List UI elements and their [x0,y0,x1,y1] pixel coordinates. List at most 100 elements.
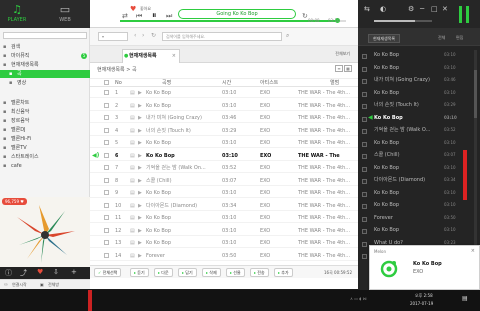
row-checkbox[interactable] [104,88,109,99]
play-row-icon[interactable]: ▶ [138,213,142,223]
sidebar-item[interactable]: ▪ cafe [0,162,90,170]
playlist-row[interactable]: 너의 손짓 (Touch It) 03:29 [358,100,480,110]
row-album[interactable]: THE WAR - The 4th... [298,201,356,211]
row-title[interactable]: Ko Ko Bop [146,138,218,148]
row-checkbox[interactable] [104,151,109,162]
connect-start-link[interactable]: 연결시작 [12,280,27,289]
sidebar-item[interactable]: ▪ 검색 [0,43,90,51]
playlist-row[interactable]: Ko Ko Bop 03:10 [358,200,480,210]
lyrics-icon[interactable]: ▤ [130,101,135,111]
sidebar-search-box[interactable] [3,32,87,39]
action-center-icon[interactable]: ▤ [462,296,468,302]
sidebar-item[interactable]: ▪ 멜론Hi-Fi [0,135,90,143]
notif-close-icon[interactable]: × [471,248,475,254]
settings-icon[interactable]: ⚙ [408,5,414,13]
action-button[interactable]: ▸ 담기 [178,268,197,277]
table-row[interactable]: 9 ▤ ▶ Ko Ko Bop 03:10 EXO THE WAR - The 4th... [90,188,358,198]
view-all-link[interactable]: 전체보기 [335,51,350,57]
room-link[interactable]: 전체방 [48,280,59,289]
playlist-row[interactable]: Ko Ko Bop 03:10 [358,88,480,98]
playlist-row[interactable]: Forever 03:50 [358,213,480,223]
lyrics-icon[interactable]: ▤ [130,151,135,161]
playlist-row[interactable]: 다이아몬드 (Diamond) 03:34 [358,175,480,185]
row-artist[interactable]: EXO [260,251,270,261]
table-row[interactable]: 5 ▤ ▶ Ko Ko Bop 03:10 EXO THE WAR - The 4th... [90,138,358,148]
row-album[interactable]: THE WAR - The 4th... [298,88,356,98]
refresh-icon[interactable]: ↻ [151,32,156,39]
playlist-row-checkbox[interactable] [362,154,367,159]
row-album[interactable]: THE WAR - The 4th... [298,101,356,111]
row-artist[interactable]: EXO [260,238,270,248]
heart-icon[interactable]: ♥ [37,268,43,276]
row-artist[interactable]: EXO [260,201,270,211]
search-icon[interactable]: ⌕ [286,32,289,40]
forward-icon[interactable]: › [142,32,144,39]
col-artist[interactable]: 아티스트 [260,79,278,87]
row-title[interactable]: Ko Ko Bop [146,188,218,198]
action-button[interactable]: ✓ 전체선택 [94,268,122,277]
playlist-row-checkbox[interactable] [362,116,367,122]
row-checkbox[interactable] [104,213,109,224]
play-row-icon[interactable]: ▶ [138,101,142,111]
select-all-link[interactable]: 전체 [438,35,445,41]
col-time[interactable]: 시간 [222,79,231,87]
play-row-icon[interactable]: ▶ [138,126,142,136]
row-title[interactable]: 다이아몬드 (Diamond) [146,201,218,211]
row-album[interactable]: THE WAR - The 4th... [298,126,356,136]
row-title[interactable]: 내가 미쳐 (Going Crazy) [146,113,218,123]
row-title[interactable]: Ko Ko Bop [146,88,218,98]
row-title[interactable]: 기억을 걷는 밤 (Walk On... [146,163,218,173]
lyrics-icon[interactable]: ▤ [130,176,135,186]
taskbar-time[interactable]: 오후 2:58 [415,293,433,299]
table-row[interactable]: 13 ▤ ▶ Ko Ko Bop 03:10 EXO THE WAR - The 4th..… [90,238,358,248]
row-album[interactable]: THE WAR - The 4th... [298,188,356,198]
volume-slider[interactable] [374,20,432,22]
back-icon[interactable]: ‹ [134,32,136,39]
table-row[interactable]: 2 ▤ ▶ Ko Ko Bop 03:10 EXO THE WAR - The 4th... [90,101,358,111]
row-album[interactable]: THE WAR - The 4th... [298,138,356,148]
toast-notification[interactable]: Melon × Ko Ko Bop EXO [369,245,480,290]
playlist-row-checkbox[interactable] [362,204,367,209]
playlist-tab[interactable]: 현재재생목록 [368,34,401,43]
row-album[interactable]: THE WAR - The 4th... [298,226,356,236]
info-icon[interactable]: ⓘ [5,268,12,278]
table-row[interactable]: 8 ▤ ▶ 스콜 (Chill) 03:07 EXO THE WAR - The 4th..… [90,176,358,186]
playlist-row-checkbox[interactable] [362,141,367,147]
col-title[interactable]: 곡명 [162,79,171,87]
row-album[interactable]: THE WAR - The 4th... [298,213,356,223]
room-icon[interactable]: ▣ [40,280,44,289]
table-row[interactable]: 4 ▤ ▶ 너의 손짓 (Touch It) 03:29 EXO THE WAR - The… [90,126,358,136]
action-button[interactable]: ▸ 추가 [274,268,293,277]
row-checkbox[interactable] [104,138,109,149]
play-row-icon[interactable]: ▶ [138,176,142,186]
row-artist[interactable]: EXO [260,163,270,173]
row-album[interactable]: THE WAR - The 4th... [298,113,356,123]
download-icon[interactable]: ⇩ [53,268,59,276]
tab-now-playing[interactable]: ● 현재재생목록 × [122,49,180,63]
tray-icons[interactable]: ∧ ▭ ◖ ⋈ [350,296,367,302]
sidebar-item[interactable]: ▪ 멜론차트 [0,99,90,107]
connect-icon[interactable]: ⚇ [4,280,8,289]
row-title[interactable]: Ko Ko Bop [146,238,218,248]
lyrics-icon[interactable]: ▤ [130,163,135,173]
sidebar-item[interactable]: ▪ 곡 [0,70,90,78]
main-search-input[interactable]: 검색어를 입력해주세요. [162,32,282,41]
row-artist[interactable]: EXO [260,188,270,198]
action-button[interactable]: ▸ 다운 [154,268,173,277]
table-row[interactable]: 7 ▤ ▶ 기억을 걷는 밤 (Walk On... 03:52 EXO THE WAR -… [90,163,358,173]
sidebar-item[interactable]: ▪ 멜론TV [0,144,90,152]
row-album[interactable]: THE WAR - The [298,151,356,161]
playlist-row[interactable]: 내가 미쳐 (Going Crazy) 03:46 [358,75,480,85]
row-title[interactable]: 너의 손짓 (Touch It) [146,126,218,136]
row-artist[interactable]: EXO [260,101,270,111]
play-row-icon[interactable]: ▶ [138,238,142,248]
row-checkbox[interactable] [104,163,109,174]
play-row-icon[interactable]: ▶ [138,201,142,211]
row-title[interactable]: Ko Ko Bop [146,101,218,111]
playlist-row[interactable]: Ko Ko Bop 03:10 [358,163,480,173]
row-album[interactable]: THE WAR - The 4th... [298,163,356,173]
row-title[interactable]: Forever [146,251,218,261]
playlist-row-checkbox[interactable] [362,229,367,234]
header-checkbox[interactable] [104,79,109,88]
playlist-row[interactable]: 기억을 걷는 밤 (Walk O... 03:52 [358,125,480,135]
